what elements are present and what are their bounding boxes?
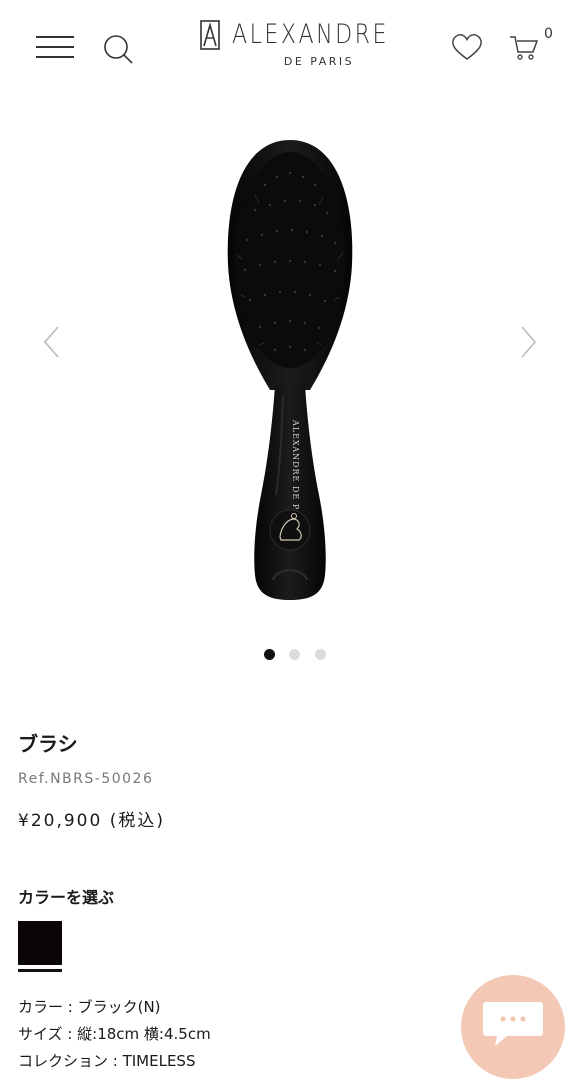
carousel-pagination xyxy=(258,648,338,662)
selected-swatch-indicator xyxy=(18,969,62,972)
product-gallery[interactable]: ALEXANDRE DE PARIS xyxy=(0,95,581,640)
color-picker-label: カラーを選ぶ xyxy=(18,888,115,907)
logo-subtext: DE PARIS xyxy=(283,55,355,68)
search-icon[interactable] xyxy=(102,33,134,65)
product-reference: Ref.NBRS-50026 xyxy=(18,771,154,787)
product-image[interactable]: ALEXANDRE DE PARIS xyxy=(215,135,365,605)
chevron-right-icon[interactable] xyxy=(518,325,538,359)
logo-text: ALEXANDRE xyxy=(232,19,389,50)
logo-mark-icon xyxy=(200,20,220,50)
carousel-dot[interactable] xyxy=(289,649,300,660)
cart-count-badge: 0 xyxy=(544,26,553,42)
carousel-dot[interactable] xyxy=(264,649,275,660)
site-header: ALEXANDRE DE PARIS 0 xyxy=(0,0,581,90)
color-swatch-black[interactable] xyxy=(18,921,62,965)
heart-icon[interactable] xyxy=(451,33,483,61)
brand-logo[interactable]: ALEXANDRE DE PARIS xyxy=(200,19,386,70)
cart-icon[interactable] xyxy=(509,33,539,61)
chevron-left-icon[interactable] xyxy=(42,325,62,359)
product-price: ¥20,900 (税込) xyxy=(18,811,165,831)
chat-bubble-icon xyxy=(483,1002,543,1046)
chat-button[interactable] xyxy=(461,975,565,1079)
carousel-dot[interactable] xyxy=(315,649,326,660)
detail-size: サイズ : 縦:18cm 横:4.5cm xyxy=(18,1025,211,1043)
product-title: ブラシ xyxy=(18,732,78,756)
hamburger-menu-icon[interactable] xyxy=(36,34,74,60)
detail-collection: コレクション : TIMELESS xyxy=(18,1052,196,1070)
detail-color: カラー : ブラック(N) xyxy=(18,998,161,1016)
product-details: カラー : ブラック(N) サイズ : 縦:18cm 横:4.5cm コレクショ… xyxy=(18,994,211,1075)
